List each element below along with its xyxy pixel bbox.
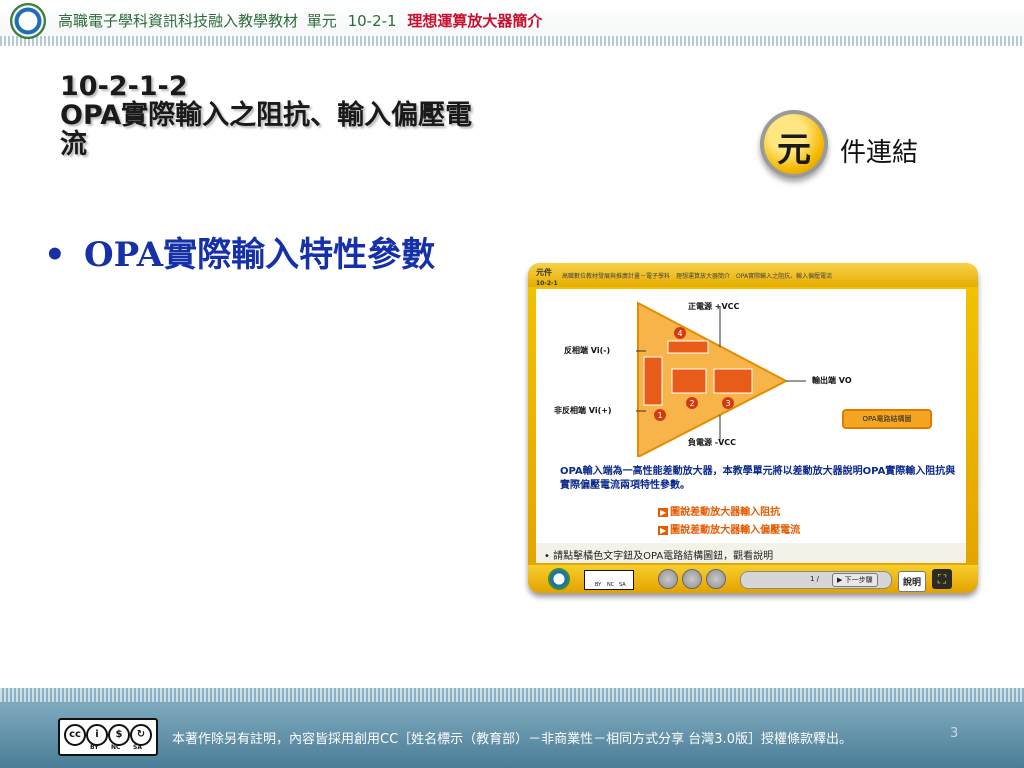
component-link-label[interactable]: 件連結 [840,132,918,169]
marker-3-label: 3 [725,399,730,408]
bullet-dot-icon: • [44,235,66,275]
page-indicator: 1 / [810,575,820,583]
cc-by-text: BY [90,744,99,751]
component-link-button[interactable]: 元 [760,110,828,178]
courseware-breadcrumb: 高職數位教材發展與推廣計畫－電子學科 理想運算放大器簡介 OPA實際輸入之阻抗、… [562,273,833,280]
courseware-tab: 元件 10-2-1 [536,267,558,287]
label-neg-supply: 負電源 -VCC [688,438,737,447]
header-divider [0,36,1024,46]
block-diff-input[interactable] [643,356,663,406]
courseware-tab-sub: 10-2-1 [536,280,558,287]
label-output: 輸出端 VO [812,376,852,385]
link-bias-current[interactable]: ▶ 圖說差動放大器輸入偏壓電流 [658,521,800,536]
block-high-gain[interactable] [671,368,707,394]
label-noninv-input: 非反相端 Vi(+) [554,406,612,415]
next-step-label: 下一步驟 [844,576,873,584]
description-text: OPA輸入端為一高性能差動放大器，本教學單元將以差動放大器說明OPA實際輸入阻抗… [560,466,956,491]
cc-nc-text: NC [111,744,121,751]
link-bias-current-label: 圖說差動放大器輸入偏壓電流 [670,525,801,536]
next-step-button[interactable]: ▶ 下一步驟 [832,573,878,587]
fullscreen-icon[interactable]: ⛶ [932,569,952,589]
creative-commons-badge: cc i $ ↻ BY NC SA [58,718,158,756]
cc-sa-label: SA [619,582,626,588]
courseware-content: 4 1 2 3 正電源 +VCC 負電源 -VCC 反相端 Vi(-) 非反相端… [536,289,966,543]
courseware-status-bar: • 請點擊橘色文字鈕及OPA電路結構圖鈕，觀看說明 [536,543,966,563]
cc-sa-text: SA [133,744,142,751]
page-number: 3 [950,726,959,741]
header-text: 高職電子學科資訊科技融入教學教材 單元 10-2-1 理想運算放大器簡介 [58,10,542,31]
marker-4-label: 4 [677,329,682,338]
unit-code: 10-2-1 [347,12,397,30]
courseware-control-bar: BY NC SA 1 / ▶ 下一步驟 說明 ⛶ [528,565,978,593]
marker-2-label: 2 [689,399,694,408]
courseware-cc-badge: BY NC SA [584,570,634,590]
bullet-text: OPA實際輸入特性參數 [84,235,436,275]
block-emitter-follower[interactable] [713,368,753,394]
nc-icon: $ [108,724,130,746]
label-inv-input: 反相端 Vi(-) [564,346,611,355]
play-arrow-icon: ▶ [658,526,669,535]
courseware-screenshot[interactable]: 元件 10-2-1 高職數位教材發展與推廣計畫－電子學科 理想運算放大器簡介 O… [528,263,978,593]
title-line-3: 流 [60,129,87,160]
footer-divider [0,688,1024,702]
ministry-of-education-logo-icon [10,3,46,39]
courseware-tab-label: 元件 [536,268,552,277]
cc-by-label: BY [595,582,602,588]
course-name: 高職電子學科資訊科技融入教學教材 [58,12,299,30]
courseware-logo-icon [548,568,570,590]
unit-label: 單元 [306,12,337,30]
title-line-1: 10-2-1-2 [60,71,188,102]
marker-1-label: 1 [657,411,662,420]
label-pos-supply: 正電源 +VCC [688,302,740,311]
play-arrow-icon: ▶ [658,508,669,517]
cc-nc-label: NC [607,582,615,588]
replay-button[interactable] [682,569,702,589]
pause-button[interactable] [658,569,678,589]
link-input-impedance-label: 圖說差動放大器輸入阻抗 [670,507,781,518]
opa-structure-button[interactable]: OPA電路結構圖 [842,409,932,429]
help-button[interactable]: 說明 [898,571,927,592]
block-current-source[interactable] [667,340,709,354]
badge-char: 元 [777,130,811,170]
courseware-top-bar: 元件 10-2-1 高職數位教材發展與推廣計畫－電子學科 理想運算放大器簡介 O… [528,263,978,287]
title-line-2: OPA實際輸入之阻抗、輸入偏壓電 [60,100,473,131]
unit-title: 理想運算放大器簡介 [407,12,543,30]
cc-icon: cc [64,724,86,746]
by-icon: i [86,724,108,746]
sa-icon: ↻ [130,724,152,746]
status-text: • 請點擊橘色文字鈕及OPA電路結構圖鈕，觀看說明 [544,551,774,562]
link-input-impedance[interactable]: ▶ 圖說差動放大器輸入阻抗 [658,503,780,518]
volume-button[interactable] [706,569,726,589]
license-text: 本著作除另有註明，內容皆採用創用CC［姓名標示（教育部）－非商業性－相同方式分享… [172,732,852,747]
slide-title: 10-2-1-2 OPA實際輸入之阻抗、輸入偏壓電 流 [60,72,660,159]
